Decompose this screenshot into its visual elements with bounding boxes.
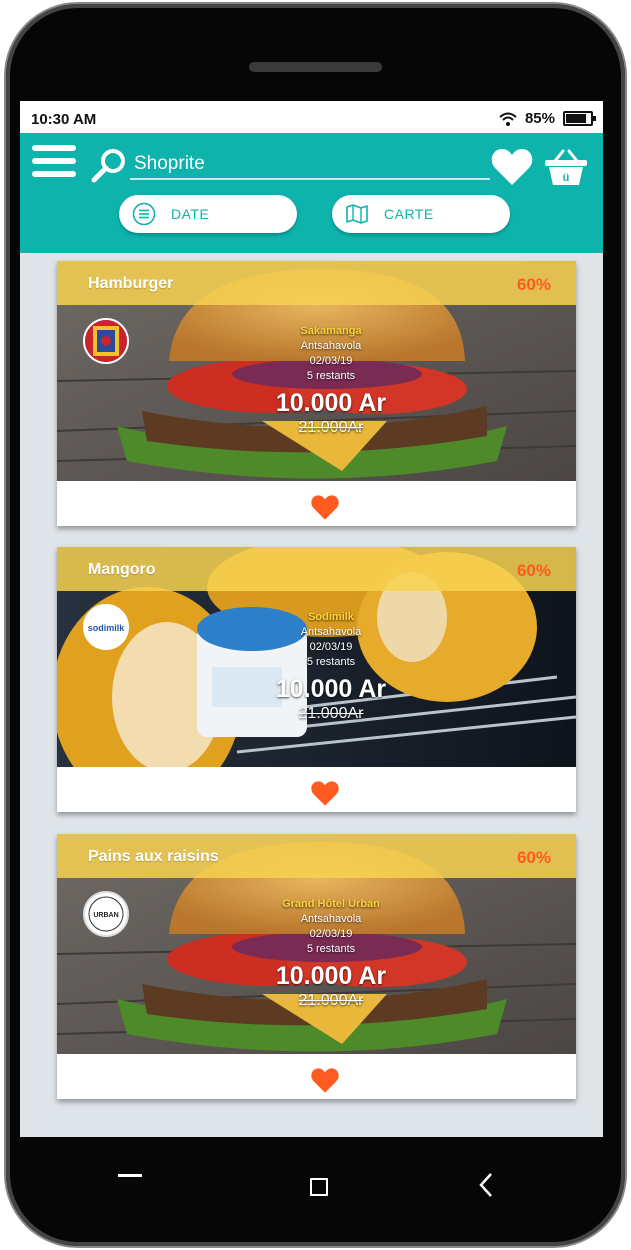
offer-title: Hamburger xyxy=(88,275,174,292)
favorite-heart-icon[interactable] xyxy=(309,494,341,521)
offer-card[interactable]: Pains aux raisins 60% URBAN Grand Hôtel … xyxy=(57,834,576,1099)
offer-price: 10.000 Ar xyxy=(275,389,387,417)
offer-remaining: 5 restants xyxy=(306,943,356,955)
offer-price: 10.000 Ar xyxy=(275,962,387,990)
shop-logo: sodimilk xyxy=(83,604,129,650)
date-filter-button[interactable]: DATE xyxy=(119,195,297,233)
offer-date: 02/03/19 xyxy=(309,928,353,940)
shop-location: Antsahavola xyxy=(300,340,362,352)
home-icon[interactable] xyxy=(310,1178,328,1196)
favorite-heart-icon[interactable] xyxy=(309,1067,341,1094)
back-icon[interactable] xyxy=(478,1172,494,1198)
heart-icon[interactable] xyxy=(490,147,534,187)
offer-info: Sakamanga Antsahavola 02/03/19 5 restant… xyxy=(231,324,431,438)
status-right: 85% xyxy=(499,110,596,127)
offer-info: Grand Hôtel Urban Antsahavola 02/03/19 5… xyxy=(231,897,431,1011)
search-icon[interactable] xyxy=(90,147,128,185)
offer-info: Sodimilk Antsahavola 02/03/19 5 restants… xyxy=(231,610,431,724)
shop-location: Antsahavola xyxy=(300,626,362,638)
status-time: 10:30 AM xyxy=(31,111,97,128)
offer-title: Mangoro xyxy=(88,561,156,578)
map-filter-label: CARTE xyxy=(384,206,434,222)
basket-icon[interactable]: ü xyxy=(543,147,589,187)
offer-old-price: 21.000Ar xyxy=(298,419,364,436)
offer-title: Pains aux raisins xyxy=(88,848,219,865)
offer-discount: 60% xyxy=(516,848,551,867)
phone-speaker xyxy=(249,62,382,72)
app-screen: 10:30 AM 85% ü xyxy=(20,101,603,1137)
favorite-heart-icon[interactable] xyxy=(309,780,341,807)
offer-date: 02/03/19 xyxy=(309,355,353,367)
shop-logo-text: sodimilk xyxy=(88,623,126,633)
map-icon xyxy=(344,201,370,227)
shop-name: Sodimilk xyxy=(308,611,354,623)
offer-remaining: 5 restants xyxy=(306,370,356,382)
date-filter-label: DATE xyxy=(171,206,210,222)
system-nav-bar xyxy=(20,1150,603,1220)
battery-percent: 85% xyxy=(524,110,555,127)
offer-discount: 60% xyxy=(516,275,551,294)
shop-logo-text: URBAN xyxy=(93,912,118,919)
app-header: ü DATE CARTE xyxy=(20,133,603,253)
offer-card[interactable]: Hamburger 60% Sakamanga Antsahavola 02/0… xyxy=(57,261,576,526)
shop-name: Grand Hôtel Urban xyxy=(282,898,380,910)
offer-price: 10.000 Ar xyxy=(275,675,387,703)
offer-date: 02/03/19 xyxy=(309,641,353,653)
offer-card[interactable]: Mangoro 60% sodimilk Sodimilk Antsahavol… xyxy=(57,547,576,812)
map-filter-button[interactable]: CARTE xyxy=(332,195,510,233)
battery-fill xyxy=(566,114,587,123)
wifi-icon xyxy=(499,112,517,126)
offer-old-price: 21.000Ar xyxy=(298,705,364,722)
battery-icon xyxy=(563,111,596,126)
shop-name: Sakamanga xyxy=(300,325,362,337)
offer-remaining: 5 restants xyxy=(306,656,356,668)
svg-text:ü: ü xyxy=(563,172,570,184)
shop-logo: URBAN xyxy=(83,891,129,937)
status-bar: 10:30 AM 85% xyxy=(20,101,603,133)
offer-discount: 60% xyxy=(516,561,551,580)
offer-old-price: 21.000Ar xyxy=(298,992,364,1009)
shop-logo xyxy=(83,318,129,364)
menu-icon[interactable] xyxy=(32,145,76,179)
recents-icon[interactable] xyxy=(118,1174,142,1177)
list-icon xyxy=(131,201,157,227)
search-input[interactable] xyxy=(130,150,490,180)
shop-location: Antsahavola xyxy=(300,913,362,925)
